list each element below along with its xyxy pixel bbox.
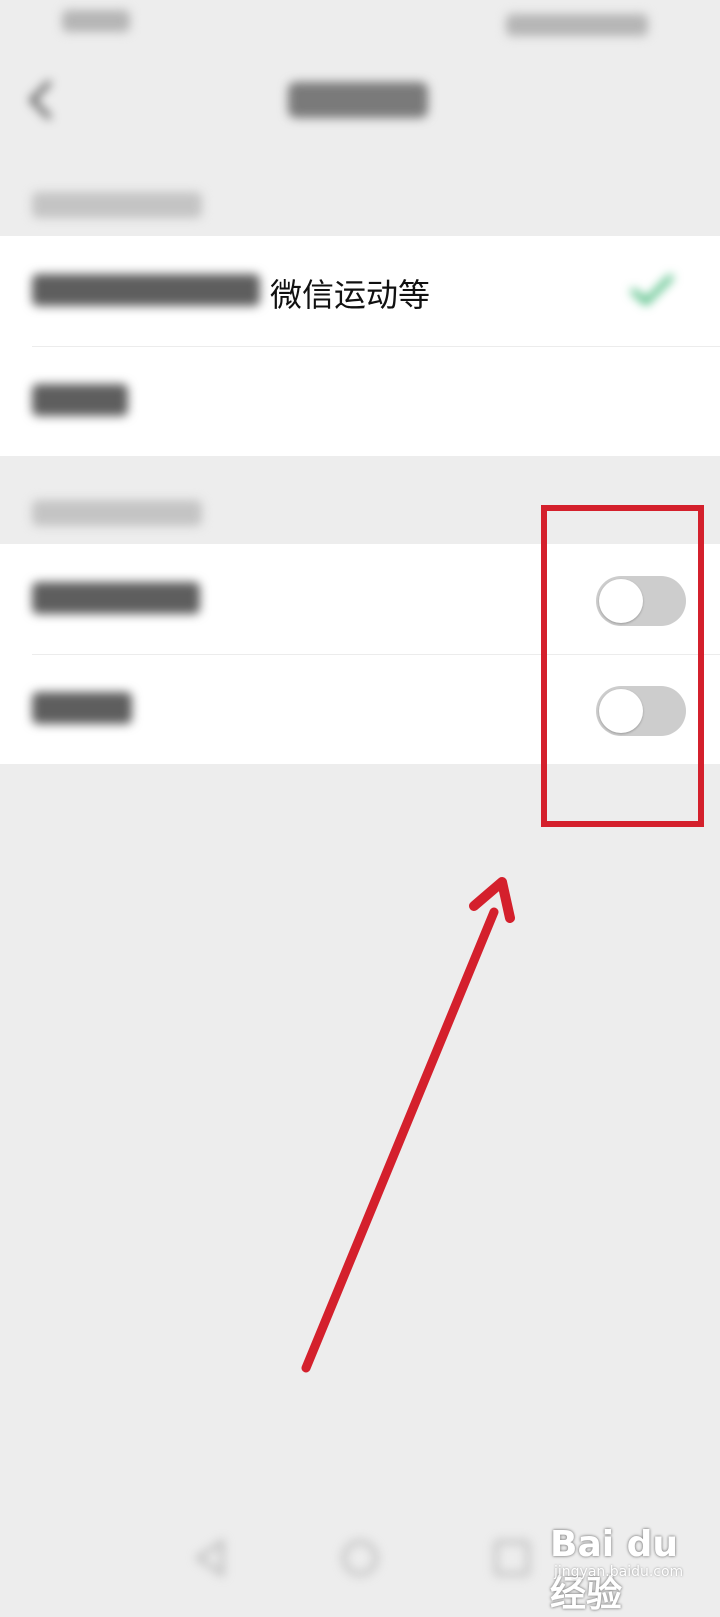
chevron-left-icon[interactable] [24, 78, 60, 122]
list-item[interactable] [0, 346, 720, 456]
row-label-blurred [32, 692, 132, 724]
section-caption [32, 192, 202, 218]
home-circle-icon[interactable] [338, 1536, 382, 1580]
back-triangle-icon[interactable] [188, 1536, 232, 1580]
section-caption [32, 500, 202, 526]
row-label-blurred [32, 582, 200, 614]
status-bar [0, 0, 720, 50]
list-item-selected[interactable]: 微信运动等 [0, 236, 720, 346]
visibility-option-group: 微信运动等 [0, 236, 720, 456]
signal-icon [62, 10, 130, 32]
watermark: Bai du 经验 jingyan.baidu.com [548, 1504, 708, 1615]
row-label-blurred [32, 384, 128, 416]
status-indicators [506, 14, 648, 36]
row-label-blurred [32, 274, 260, 306]
row-label: 微信运动等 [270, 276, 431, 314]
annotation-highlight-box [541, 505, 704, 827]
nav-bar [0, 60, 720, 140]
watermark-url: jingyan.baidu.com [554, 1564, 684, 1580]
page-title [288, 82, 428, 118]
check-icon [628, 270, 676, 308]
recent-square-icon[interactable] [490, 1536, 534, 1580]
